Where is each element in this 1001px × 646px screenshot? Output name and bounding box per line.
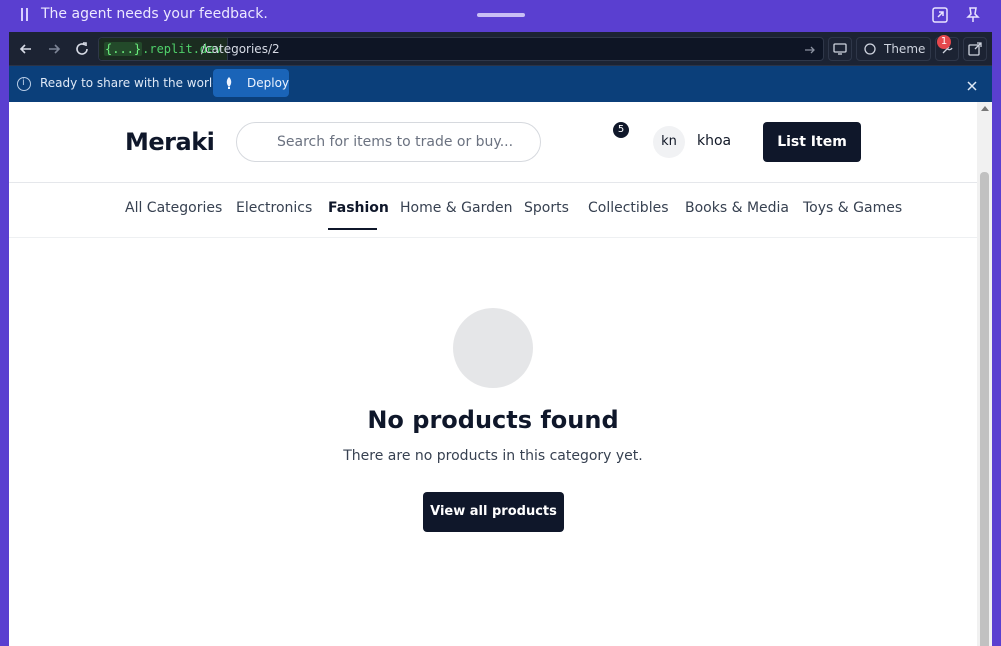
search-icon xyxy=(252,136,264,148)
scroll-up-arrow-icon[interactable] xyxy=(981,106,989,111)
address-bar[interactable]: {...}.replit.dev /categories/2 xyxy=(98,37,824,61)
tab-electronics[interactable]: Electronics xyxy=(236,200,312,216)
tab-toys-games[interactable]: Toys & Games xyxy=(803,200,902,216)
site-logo[interactable]: Meraki xyxy=(125,128,215,156)
agent-message: The agent needs your feedback. xyxy=(41,6,268,22)
agent-feedback-bar: The agent needs your feedback. xyxy=(0,0,1001,32)
empty-state-subtitle: There are no products in this category y… xyxy=(343,448,643,464)
deploy-label: Deploy xyxy=(247,76,290,90)
open-new-tab-button[interactable] xyxy=(963,37,987,61)
empty-state-title: No products found xyxy=(367,406,619,434)
theme-button[interactable]: Theme xyxy=(856,37,931,61)
reload-icon[interactable] xyxy=(73,40,91,58)
external-link-icon xyxy=(968,42,982,56)
rocket-icon xyxy=(226,77,232,89)
go-arrow-icon[interactable] xyxy=(803,42,817,56)
url-host-brace: {...} xyxy=(104,42,143,56)
pin-icon[interactable] xyxy=(964,6,982,24)
search-input[interactable]: Search for items to trade or buy... xyxy=(236,122,541,162)
forward-arrow-icon[interactable] xyxy=(45,40,63,58)
active-tab-underline xyxy=(328,228,377,230)
scrollbar-thumb[interactable] xyxy=(980,172,989,646)
tab-sports[interactable]: Sports xyxy=(524,200,569,216)
list-item-button[interactable]: List Item xyxy=(763,122,861,162)
window-frame-right xyxy=(992,32,1001,646)
scrollbar[interactable] xyxy=(977,102,992,646)
pause-icon[interactable] xyxy=(19,8,29,22)
search-placeholder: Search for items to trade or buy... xyxy=(277,134,514,150)
tab-collectibles[interactable]: Collectibles xyxy=(588,200,669,216)
open-external-icon[interactable] xyxy=(931,6,949,24)
view-all-products-button[interactable]: View all products xyxy=(423,492,564,532)
theme-label: Theme xyxy=(884,42,926,56)
tab-books-media[interactable]: Books & Media xyxy=(685,200,789,216)
palette-icon xyxy=(864,43,876,55)
notification-badge: 1 xyxy=(937,35,951,49)
banner-text: Ready to share with the world? xyxy=(40,76,227,90)
device-preview-button[interactable] xyxy=(828,37,852,61)
username[interactable]: khoa xyxy=(697,133,731,149)
tab-all-categories[interactable]: All Categories xyxy=(125,200,222,216)
monitor-icon xyxy=(833,43,847,55)
back-arrow-icon[interactable] xyxy=(17,40,35,58)
browser-toolbar: {...}.replit.dev /categories/2 Theme xyxy=(9,32,992,66)
tab-fashion[interactable]: Fashion xyxy=(328,200,389,216)
page-content: Meraki Search for items to trade or buy.… xyxy=(9,102,977,646)
close-icon[interactable] xyxy=(966,77,978,91)
info-icon xyxy=(17,77,31,91)
nav-divider xyxy=(9,237,977,238)
tab-home-garden[interactable]: Home & Garden xyxy=(400,200,512,216)
window-frame-left xyxy=(0,32,9,646)
drag-handle[interactable] xyxy=(477,13,525,17)
cart-count-badge: 5 xyxy=(613,122,629,138)
header-divider xyxy=(9,182,977,183)
url-path: /categories/2 xyxy=(201,42,280,56)
deploy-button[interactable]: Deploy xyxy=(213,69,289,97)
deploy-banner: Ready to share with the world? Deploy xyxy=(9,66,992,102)
avatar[interactable]: kn xyxy=(653,126,685,158)
empty-state-illustration xyxy=(453,308,533,388)
